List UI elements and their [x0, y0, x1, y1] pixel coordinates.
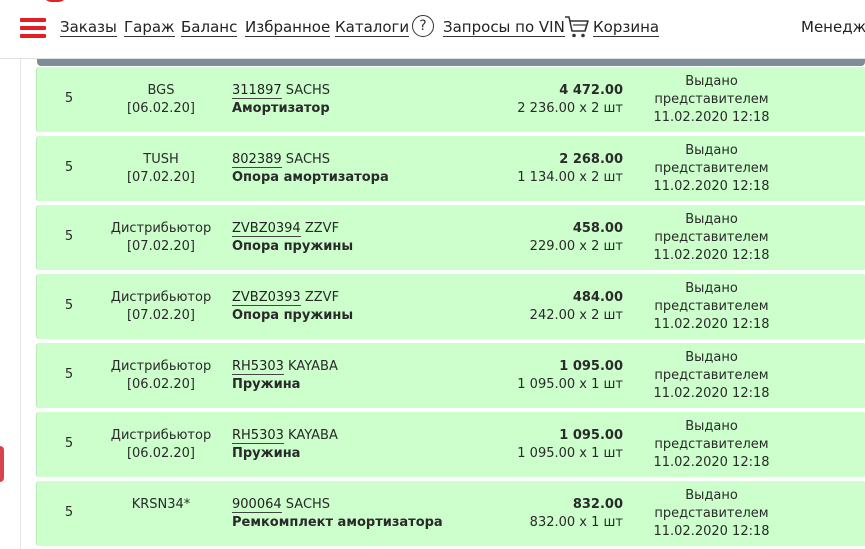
part-info: ZVBZ0394 ZZVF Опора пружины	[232, 220, 492, 256]
quantity: 5	[64, 298, 74, 313]
status: Выдано представителем 11.02.2020 12:18	[653, 350, 770, 401]
quantity: 5	[64, 505, 74, 520]
supplier: Дистрибьютор [06.02.20]	[110, 359, 212, 392]
part-name: Опора пружины	[232, 308, 354, 323]
nav-vin-requests[interactable]: Запросы по VIN	[443, 19, 565, 37]
supplier: Дистрибьютор [07.02.20]	[110, 290, 212, 323]
brand: SACHS	[285, 497, 331, 512]
nav-orders[interactable]: Заказы	[60, 19, 117, 37]
part-number-link[interactable]: 311897	[232, 83, 282, 99]
status: Выдано представителем 11.02.2020 12:18	[653, 212, 770, 263]
part-name: Пружина	[232, 446, 301, 461]
table-row: 5 Дистрибьютор [07.02.20] ZVBZ0394 ZZVF Оп…	[36, 205, 865, 270]
nav-garage[interactable]: Гараж	[124, 19, 175, 37]
brand: KAYABA	[288, 428, 338, 443]
question-icon[interactable]: ?	[412, 15, 434, 37]
quantity: 5	[64, 436, 74, 451]
part-name: Опора пружины	[232, 239, 354, 254]
supplier: KRSN34*	[131, 497, 191, 512]
table-header-strip	[37, 58, 865, 66]
supplier: BGS [06.02.20]	[126, 83, 196, 116]
price: 1 095.00 1 095.00 х 1 шт	[517, 428, 623, 461]
quantity: 5	[64, 367, 74, 382]
part-info: RH5303 KAYABA Пружина	[232, 427, 492, 463]
side-tab[interactable]	[0, 446, 4, 482]
nav-cart[interactable]: Корзина	[593, 19, 660, 37]
nav-catalogs[interactable]: Каталоги	[335, 19, 410, 37]
brand: ZZVF	[304, 290, 340, 305]
price: 4 472.00 2 236.00 х 2 шт	[517, 83, 623, 116]
part-info: RH5303 KAYABA Пружина	[232, 358, 492, 394]
table-row: 5 Дистрибьютор [06.02.20] RH5303 KAYABA Пр…	[36, 343, 865, 408]
status: Выдано представителем 11.02.2020 12:18	[653, 419, 770, 470]
part-info: 311897 SACHS Амортизатор	[232, 82, 492, 118]
part-name: Амортизатор	[232, 101, 330, 116]
brand: KAYABA	[288, 359, 338, 374]
table-row: 5 Дистрибьютор [07.02.20] ZVBZ0393 ZZVF Оп…	[36, 274, 865, 339]
nav-balance[interactable]: Баланс	[181, 19, 238, 37]
part-name: Пружина	[232, 377, 301, 392]
status: Выдано представителем 11.02.2020 12:18	[653, 281, 770, 332]
table-row: 5 Дистрибьютор [06.02.20] RH5303 KAYABA Пр…	[36, 412, 865, 477]
quantity: 5	[64, 160, 74, 175]
nav-favorites[interactable]: Избранное	[245, 19, 331, 37]
part-number-link[interactable]: ZVBZ0394	[232, 221, 301, 237]
brand: SACHS	[285, 83, 331, 98]
table-row: 5 TUSH [07.02.20] 802389 SACHS Опора аморт…	[36, 136, 865, 201]
status: Выдано представителем 11.02.2020 12:18	[653, 143, 770, 194]
menu-icon[interactable]	[20, 18, 46, 40]
table-row: 5 KRSN34* 900064 SACHS Ремкомплект аморти…	[36, 481, 865, 546]
part-info: 802389 SACHS Опора амортизатора	[232, 151, 492, 187]
part-info: ZVBZ0393 ZZVF Опора пружины	[232, 289, 492, 325]
table-row: 5 BGS [06.02.20] 311897 SACHS Амортизатор …	[36, 67, 865, 132]
part-name: Ремкомплект амортизатора	[232, 515, 443, 530]
part-number-link[interactable]: RH5303	[232, 359, 284, 375]
part-number-link[interactable]: ZVBZ0393	[232, 290, 301, 306]
brand: ZZVF	[304, 221, 340, 236]
part-number-link[interactable]: RH5303	[232, 428, 284, 444]
brand: SACHS	[285, 152, 331, 167]
cart-icon[interactable]	[564, 14, 590, 44]
part-info: 900064 SACHS Ремкомплект амортизатора	[232, 496, 492, 532]
supplier: Дистрибьютор [06.02.20]	[110, 428, 212, 461]
part-number-link[interactable]: 900064	[232, 497, 282, 513]
price: 832.00 832.00 х 1 шт	[529, 497, 623, 530]
status: Выдано представителем 11.02.2020 12:18	[653, 488, 770, 539]
price: 1 095.00 1 095.00 х 1 шт	[517, 359, 623, 392]
price: 484.00 242.00 х 2 шт	[529, 290, 623, 323]
part-name: Опора амортизатора	[232, 170, 389, 185]
logo-accent	[42, 0, 68, 2]
quantity: 5	[64, 229, 74, 244]
quantity: 5	[64, 91, 74, 106]
price: 458.00 229.00 х 2 шт	[529, 221, 623, 254]
part-number-link[interactable]: 802389	[232, 152, 282, 168]
status: Выдано представителем 11.02.2020 12:18	[653, 74, 770, 125]
supplier: TUSH [07.02.20]	[126, 152, 196, 185]
supplier: Дистрибьютор [07.02.20]	[110, 221, 212, 254]
top-navigation: Заказы Гараж Баланс Избранное Каталоги ?…	[0, 0, 865, 59]
price: 2 268.00 1 134.00 х 2 шт	[517, 152, 623, 185]
manager-label[interactable]: Менедж	[801, 19, 865, 36]
